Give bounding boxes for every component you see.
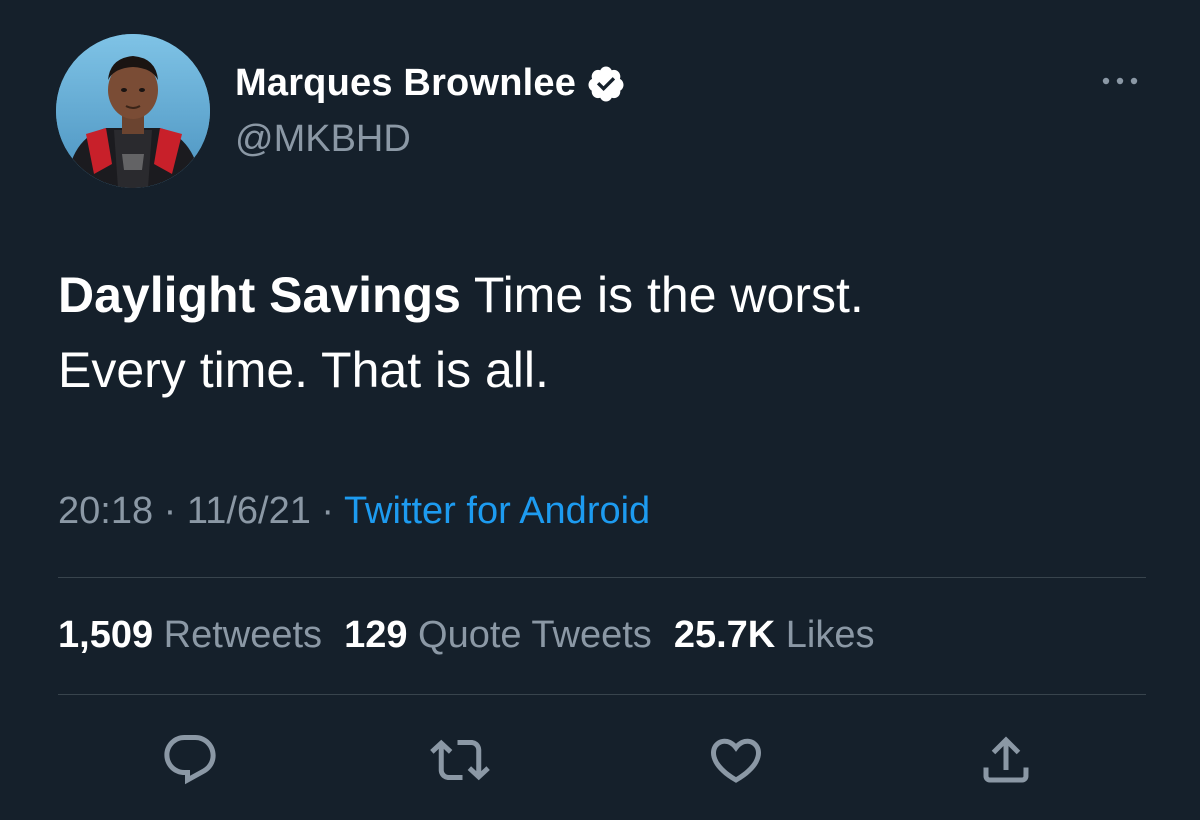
- display-name[interactable]: Marques Brownlee: [235, 62, 576, 105]
- heart-icon: [710, 738, 762, 783]
- retweets-label: Retweets: [163, 614, 323, 656]
- like-button[interactable]: [706, 730, 766, 790]
- divider: [58, 694, 1146, 695]
- retweets-count: 1,509: [58, 614, 154, 656]
- tweet-text-bold: Daylight Savings: [58, 267, 461, 323]
- likes-stat[interactable]: 25.7K Likes: [674, 614, 875, 657]
- tweet-text-rest: Time is the worst.: [460, 267, 864, 323]
- quote-tweets-count: 129: [344, 614, 408, 656]
- meta-separator: ·: [153, 490, 187, 532]
- tweet-meta: 20:18 · 11/6/21 · Twitter for Android: [58, 490, 650, 533]
- author-name-row[interactable]: Marques Brownlee: [235, 62, 626, 105]
- tweet-text: Daylight Savings Time is the worst. Ever…: [58, 258, 1148, 408]
- tweet-time[interactable]: 20:18: [58, 490, 153, 532]
- tweet-text-line1: Daylight Savings Time is the worst.: [58, 258, 1148, 333]
- retweets-stat[interactable]: 1,509 Retweets: [58, 614, 322, 657]
- more-options-icon[interactable]: [1098, 66, 1142, 96]
- quote-tweets-label: Quote Tweets: [418, 614, 652, 656]
- retweet-button[interactable]: [430, 730, 490, 790]
- share-button[interactable]: [976, 730, 1036, 790]
- tweet-date[interactable]: 11/6/21: [187, 490, 311, 532]
- reply-icon: [164, 735, 216, 785]
- likes-label: Likes: [785, 614, 875, 656]
- profile-photo-icon: [56, 34, 210, 188]
- author-handle[interactable]: @MKBHD: [235, 118, 411, 161]
- quote-tweets-stat[interactable]: 129 Quote Tweets: [344, 614, 652, 657]
- share-icon: [983, 736, 1029, 783]
- tweet-source-link[interactable]: Twitter for Android: [344, 490, 650, 532]
- likes-count: 25.7K: [673, 614, 776, 656]
- divider: [58, 577, 1146, 578]
- avatar[interactable]: [56, 34, 210, 188]
- retweet-icon: [430, 739, 490, 781]
- meta-separator: ·: [310, 490, 344, 532]
- engagement-stats: 1,509 Retweets 129 Quote Tweets 25.7K Li…: [58, 614, 875, 657]
- tweet-text-line2: Every time. That is all.: [58, 342, 549, 398]
- tweet-card: Marques Brownlee @MKBHD Daylight Savings…: [0, 0, 1200, 820]
- reply-button[interactable]: [160, 730, 220, 790]
- verified-badge-icon: [588, 66, 624, 101]
